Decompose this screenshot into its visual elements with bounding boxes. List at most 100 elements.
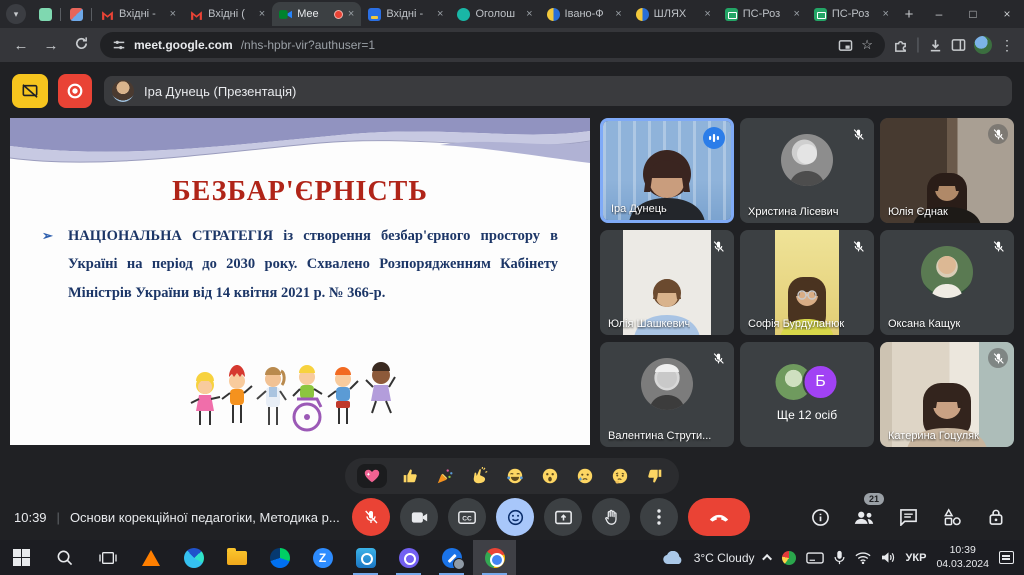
participant-tile-oksana[interactable]: Оксана Кащук — [880, 230, 1014, 335]
reactions-button[interactable] — [496, 498, 534, 536]
wifi-icon[interactable] — [855, 552, 871, 564]
taskbar-file-explorer[interactable] — [215, 540, 258, 575]
participant-tile-valentyna[interactable]: Валентина Струти... — [600, 342, 734, 447]
tab-gmail-1[interactable]: Вхідні - × — [94, 2, 183, 26]
tab-close-icon[interactable]: × — [793, 8, 799, 20]
taskbar-edit-app[interactable] — [430, 540, 473, 575]
download-icon[interactable] — [928, 38, 943, 53]
tab-close-icon[interactable]: × — [437, 8, 443, 20]
overflow-tile-more-people[interactable]: Б Ще 12 осіб — [740, 342, 874, 447]
reaction-clapping-hands[interactable] — [468, 464, 492, 488]
taskbar-search-button[interactable] — [43, 540, 86, 575]
tab-close-icon[interactable]: × — [170, 8, 176, 20]
taskbar-webex[interactable] — [258, 540, 301, 575]
tab-gmail-2[interactable]: Вхідні ( × — [183, 2, 272, 26]
side-panel-icon[interactable] — [951, 38, 966, 52]
reaction-thinking-face[interactable] — [608, 464, 632, 488]
tab-close-icon[interactable]: × — [259, 8, 265, 20]
reaction-crying-face[interactable] — [573, 464, 597, 488]
language-indicator[interactable]: УКР — [906, 552, 927, 564]
address-bar[interactable]: meet.google.com/nhs-hpbr-vir?authuser=1 … — [100, 32, 885, 58]
site-settings-icon[interactable] — [112, 38, 126, 52]
mic-mute-button[interactable] — [352, 498, 390, 536]
presenter-name: Іра Дунець (Презентація) — [144, 84, 296, 99]
activities-button[interactable] — [940, 505, 964, 529]
participant-tile-kateryna[interactable]: Катерина Гоцуляк — [880, 342, 1014, 447]
microphone-tray-icon[interactable] — [834, 550, 845, 565]
tab-mail-ukrnet[interactable]: Вхідні - × — [361, 2, 450, 26]
volume-icon[interactable] — [881, 551, 896, 564]
tab-ps-roz-1[interactable]: ПС-Роз × — [718, 2, 807, 26]
reaction-thumbs-up[interactable] — [398, 464, 422, 488]
end-call-button[interactable] — [688, 498, 750, 536]
taskbar-vlc[interactable] — [129, 540, 172, 575]
mic-off-icon — [848, 236, 868, 256]
tab-meet-active[interactable]: Mee × — [272, 2, 361, 26]
window-close-button[interactable]: × — [990, 0, 1024, 28]
more-options-button[interactable] — [640, 498, 678, 536]
taskbar-viber[interactable] — [387, 540, 430, 575]
tab-close-icon[interactable]: × — [348, 8, 354, 20]
chat-panel-button[interactable] — [896, 505, 920, 529]
bookmark-star-icon[interactable]: ☆ — [861, 37, 873, 53]
tab-announcements[interactable]: Оголош × — [450, 2, 539, 26]
browser-menu-kebab-icon[interactable]: ⋮ — [1000, 37, 1014, 54]
people-icon — [853, 509, 875, 526]
taskbar-z-app[interactable]: Z — [301, 540, 344, 575]
recording-indicator-button[interactable] — [58, 74, 92, 108]
start-button[interactable] — [0, 540, 43, 575]
task-view-button[interactable] — [86, 540, 129, 575]
people-panel-button[interactable]: 21 — [852, 505, 876, 529]
tab-shlyah[interactable]: ШЛЯХ × — [629, 2, 718, 26]
weather-text[interactable]: 3°C Cloudy — [694, 551, 755, 565]
mic-off-icon — [363, 509, 379, 525]
reaction-surprised-face[interactable] — [538, 464, 562, 488]
extensions-icon[interactable] — [893, 38, 908, 53]
antivirus-tray-icon[interactable] — [782, 551, 796, 565]
host-controls-button[interactable] — [984, 505, 1008, 529]
tab-ps-roz-2[interactable]: ПС-Роз × — [807, 2, 896, 26]
pinned-tab-2[interactable] — [63, 2, 89, 26]
participant-tile-khrystyna[interactable]: Христина Лісевич — [740, 118, 874, 223]
participant-tile-ira[interactable]: Іра Дунець — [600, 118, 734, 223]
profile-avatar[interactable] — [974, 36, 992, 54]
reload-button[interactable] — [70, 36, 92, 55]
raise-hand-button[interactable] — [592, 498, 630, 536]
present-screen-button[interactable] — [544, 498, 582, 536]
action-center-icon[interactable] — [999, 551, 1014, 564]
captions-button[interactable]: CC — [448, 498, 486, 536]
pinned-tab-1[interactable] — [32, 2, 58, 26]
reaction-thumbs-down[interactable] — [643, 464, 667, 488]
tab-ivano[interactable]: Івано-Ф × — [540, 2, 629, 26]
taskbar-search-app[interactable] — [344, 540, 387, 575]
meeting-details-button[interactable] — [808, 505, 832, 529]
reactions-bar — [345, 458, 679, 494]
new-tab-button[interactable]: + — [896, 1, 922, 27]
window-restore-button[interactable]: □ — [956, 0, 990, 28]
mic-off-icon — [848, 124, 868, 144]
camera-button[interactable] — [400, 498, 438, 536]
participant-tile-shashkevych[interactable]: Юлія Шашкевич — [600, 230, 734, 335]
reaction-sparkling-heart[interactable] — [357, 464, 387, 488]
tab-close-icon[interactable]: × — [883, 8, 889, 20]
tray-expand-chevron-icon[interactable] — [762, 554, 772, 564]
taskbar-edge[interactable] — [172, 540, 215, 575]
presentation-off-button[interactable] — [12, 74, 48, 108]
back-button[interactable]: ← — [10, 37, 32, 54]
tab-close-icon[interactable]: × — [615, 8, 621, 20]
taskbar-clock[interactable]: 10:3904.03.2024 — [936, 544, 989, 570]
tab-capture-icon[interactable] — [838, 39, 853, 52]
participant-tile-yednak[interactable]: Юлія Єднак — [880, 118, 1014, 223]
window-minimize-button[interactable]: – — [922, 0, 956, 28]
touchpad-tray-icon[interactable] — [806, 552, 824, 564]
tab-search-button[interactable]: ▾ — [6, 4, 26, 24]
tab-close-icon[interactable]: × — [526, 8, 532, 20]
taskbar-chrome-active[interactable] — [473, 540, 516, 575]
presentation-slide[interactable]: БЕЗБАР'ЄРНІСТЬ ➢НАЦІОНАЛЬНА СТРАТЕГІЯ із… — [10, 118, 590, 445]
reaction-joy-face[interactable] — [503, 464, 527, 488]
presenter-banner[interactable]: Іра Дунець (Презентація) — [104, 76, 1012, 106]
reaction-party-popper[interactable] — [433, 464, 457, 488]
participant-tile-sofia[interactable]: Софія Бурдуланюк — [740, 230, 874, 335]
tab-close-icon[interactable]: × — [704, 8, 710, 20]
forward-button[interactable]: → — [40, 37, 62, 54]
